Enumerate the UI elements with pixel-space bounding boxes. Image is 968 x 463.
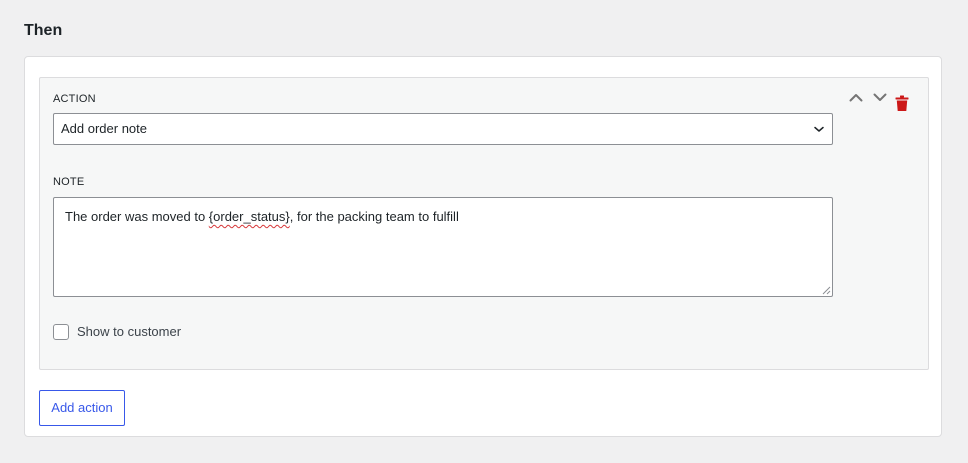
- delete-action-button[interactable]: [892, 94, 912, 112]
- then-panel: ACTION Add order note NOTE The order was…: [24, 56, 942, 437]
- chevron-down-icon: [814, 114, 824, 144]
- show-to-customer-row[interactable]: Show to customer: [53, 324, 181, 340]
- action-select[interactable]: Add order note: [53, 113, 833, 145]
- show-to-customer-label[interactable]: Show to customer: [77, 324, 181, 340]
- note-text-after: , for the packing team to fulfill: [289, 209, 459, 224]
- chevron-down-icon: [873, 93, 887, 101]
- note-label: NOTE: [53, 176, 85, 188]
- action-select-value: Add order note: [61, 121, 148, 136]
- show-to-customer-checkbox[interactable]: [53, 324, 69, 340]
- note-text-before: The order was moved to: [65, 209, 209, 224]
- action-label: ACTION: [53, 93, 96, 105]
- note-textarea[interactable]: The order was moved to {order_status}, f…: [53, 197, 833, 297]
- resize-handle-icon[interactable]: [822, 286, 831, 295]
- move-down-button[interactable]: [870, 88, 890, 106]
- chevron-up-icon: [849, 93, 863, 101]
- action-card: ACTION Add order note NOTE The order was…: [39, 77, 929, 370]
- note-text-token: {order_status}: [208, 209, 290, 224]
- add-action-button[interactable]: Add action: [39, 390, 125, 426]
- move-up-button[interactable]: [846, 88, 866, 106]
- trash-icon: [895, 95, 909, 111]
- section-title: Then: [24, 22, 63, 39]
